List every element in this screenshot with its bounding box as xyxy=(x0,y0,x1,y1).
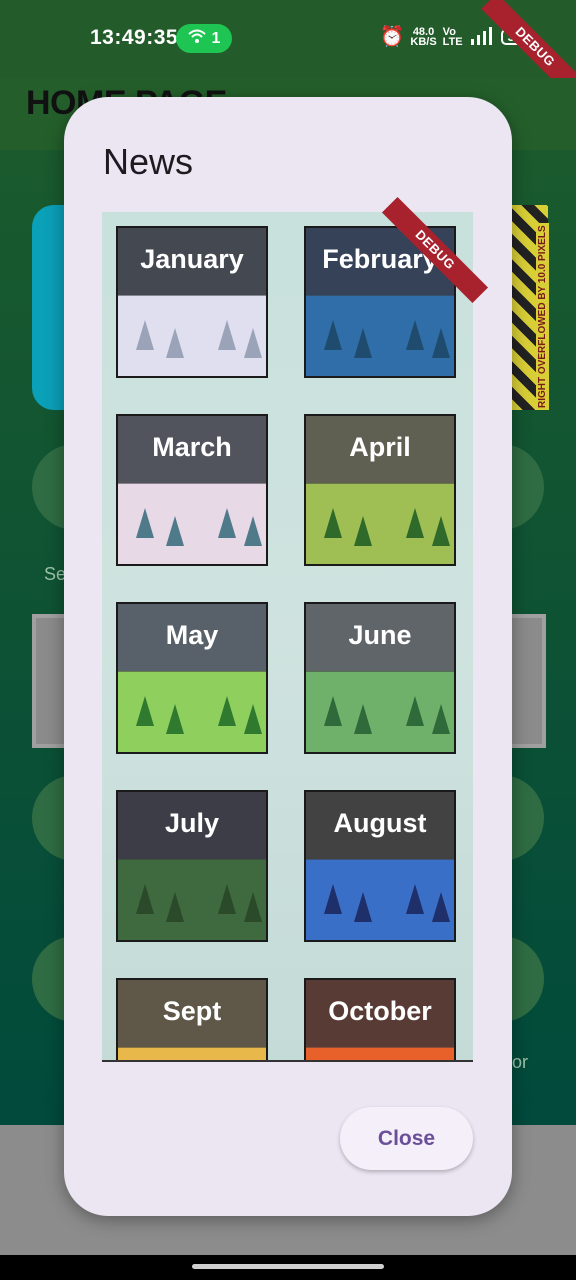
month-label: May xyxy=(165,620,219,650)
month-card[interactable]: April xyxy=(304,414,456,566)
tree-icon xyxy=(244,704,262,734)
status-time: 13:49:35 xyxy=(90,26,179,49)
month-landscape xyxy=(306,1046,454,1060)
tree-icon xyxy=(166,892,184,922)
close-button[interactable]: Close xyxy=(340,1107,473,1170)
tree-icon xyxy=(324,696,342,726)
month-grid[interactable]: January February March April May June July Augu… xyxy=(102,212,473,1062)
tree-icon xyxy=(136,884,154,914)
tree-icon xyxy=(406,508,424,538)
month-card[interactable]: January xyxy=(116,226,268,378)
tree-icon xyxy=(406,884,424,914)
tree-icon xyxy=(406,320,424,350)
month-label: October xyxy=(328,996,432,1026)
tree-icon xyxy=(406,696,424,726)
tree-icon xyxy=(166,328,184,358)
month-label: April xyxy=(349,432,411,462)
month-card[interactable]: August xyxy=(304,790,456,942)
signal-icon xyxy=(469,27,495,47)
alarm-icon: ⏰ xyxy=(379,26,405,48)
tree-icon xyxy=(136,508,154,538)
tree-icon xyxy=(166,516,184,546)
home-label: Se xyxy=(44,564,67,584)
month-label: July xyxy=(164,808,220,838)
tree-icon xyxy=(324,508,342,538)
tree-icon xyxy=(136,696,154,726)
tree-icon xyxy=(432,704,450,734)
wifi-count: 1 xyxy=(211,29,221,47)
home-panel xyxy=(508,614,546,748)
month-card[interactable]: Sept xyxy=(116,978,268,1060)
tree-icon xyxy=(244,328,262,358)
tree-icon xyxy=(432,892,450,922)
network-speed: 48.0 KB/S xyxy=(410,26,437,48)
tree-icon xyxy=(218,884,236,914)
tree-icon xyxy=(432,516,450,546)
wifi-icon xyxy=(187,28,206,49)
tree-icon xyxy=(218,320,236,350)
tree-icon xyxy=(136,320,154,350)
month-card[interactable]: June xyxy=(304,602,456,754)
dialog-title: News xyxy=(103,141,194,182)
month-label: January xyxy=(140,244,244,274)
tree-icon xyxy=(218,508,236,538)
month-landscape xyxy=(118,1046,266,1060)
month-card[interactable]: March xyxy=(116,414,268,566)
volte-icon: Vo LTE xyxy=(442,26,463,48)
tree-icon xyxy=(166,704,184,734)
overflow-warning: RIGHT OVERFLOWED BY 10.0 PIXELS xyxy=(536,223,549,410)
month-label: Sept xyxy=(162,996,222,1026)
tree-icon xyxy=(244,892,262,922)
month-card[interactable]: May xyxy=(116,602,268,754)
hotspot-indicator: 1 xyxy=(176,24,232,53)
tree-icon xyxy=(218,696,236,726)
home-handle[interactable] xyxy=(192,1264,384,1269)
month-card[interactable]: July xyxy=(116,790,268,942)
tree-icon xyxy=(354,328,372,358)
home-label: or xyxy=(512,1052,529,1072)
tree-icon xyxy=(244,516,262,546)
tree-icon xyxy=(432,328,450,358)
tree-icon xyxy=(354,892,372,922)
month-label: March xyxy=(152,432,232,462)
month-label: August xyxy=(333,808,427,838)
tree-icon xyxy=(354,516,372,546)
tree-icon xyxy=(324,320,342,350)
tree-icon xyxy=(324,884,342,914)
tree-icon xyxy=(354,704,372,734)
month-label: June xyxy=(348,620,412,650)
month-card[interactable]: October xyxy=(304,978,456,1060)
